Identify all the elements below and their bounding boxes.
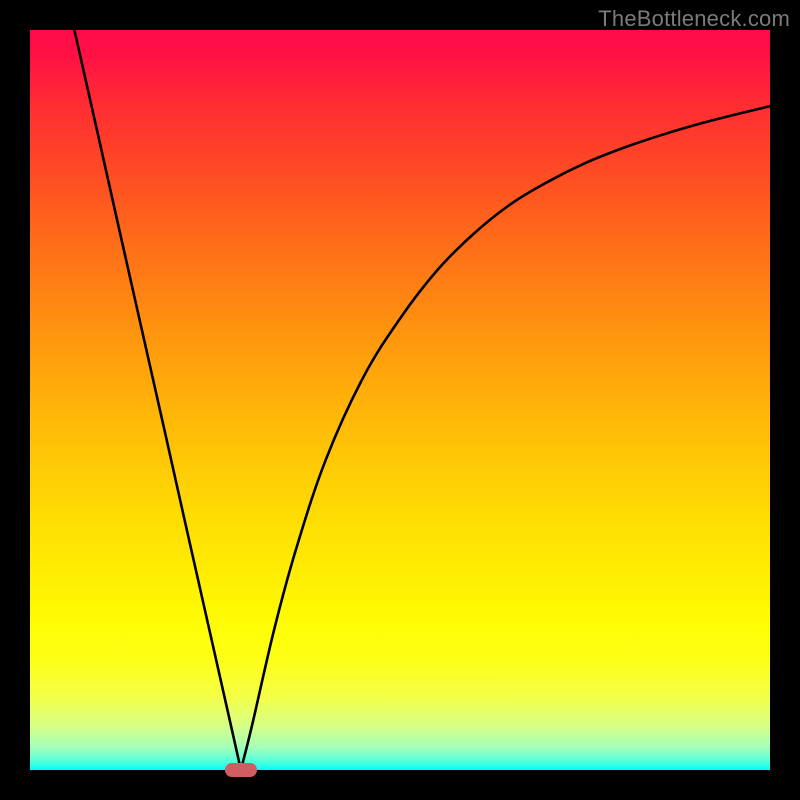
attribution-text: TheBottleneck.com xyxy=(598,6,790,32)
bottleneck-curve xyxy=(30,30,770,770)
plot-area xyxy=(30,30,770,770)
minimum-marker xyxy=(225,763,257,777)
chart-frame: TheBottleneck.com xyxy=(0,0,800,800)
curve-path xyxy=(74,30,770,770)
